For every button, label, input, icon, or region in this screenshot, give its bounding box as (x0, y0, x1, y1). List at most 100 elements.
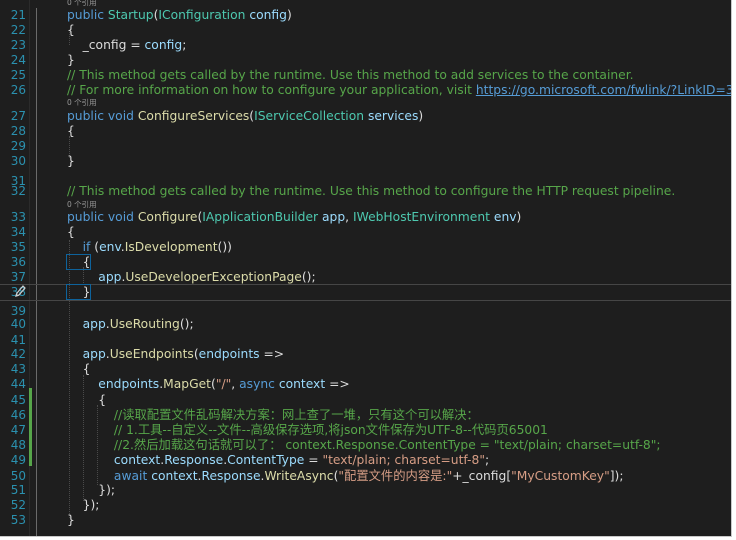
code-text[interactable]: await context.Response.WriteAsync("配置文件的… (67, 469, 624, 484)
code-token: IApplicationBuilder (202, 210, 319, 224)
code-line[interactable]: 37 app.UseDeveloperExceptionPage(); (0, 270, 731, 285)
code-text[interactable]: { (65, 254, 92, 270)
code-token: Response (164, 453, 224, 467)
codelens-references[interactable]: 0 个引用 (67, 0, 97, 7)
code-token: // This method gets called by the runtim… (67, 68, 634, 82)
code-line[interactable]: 24} (0, 53, 731, 68)
code-token: MapGet (163, 377, 212, 391)
code-line[interactable]: 53} (0, 513, 731, 528)
code-text[interactable]: { (67, 124, 75, 139)
code-text[interactable]: }); (67, 483, 115, 498)
code-text[interactable]: //读取配置文件乱码解决方案：网上查了一堆，只有这个可以解决： (67, 408, 479, 423)
code-text[interactable]: endpoints.MapGet("/", async context => (67, 377, 350, 392)
code-line[interactable]: 47 // 1.工具--自定义--文件--高级保存选项,将json文件保存为UT… (0, 423, 731, 438)
code-token: IWebHostEnvironment (353, 210, 490, 224)
code-text[interactable]: } (65, 284, 92, 300)
code-token: app (82, 347, 106, 361)
code-line[interactable]: 44 endpoints.MapGet("/", async context =… (0, 377, 731, 392)
code-line[interactable]: 49 context.Response.ContentType = "text/… (0, 453, 731, 468)
code-token: public void (67, 210, 138, 224)
code-token: // This method gets called by the runtim… (67, 184, 676, 198)
code-token: => (325, 377, 350, 391)
code-line[interactable]: 43 { (0, 362, 731, 377)
code-line[interactable]: 50 await context.Response.WriteAsync("配置… (0, 469, 731, 484)
code-line[interactable]: 26 // For more information on how to conf… (0, 83, 731, 98)
code-text[interactable]: app.UseRouting(); (67, 317, 194, 332)
code-line[interactable]: 34 { (0, 225, 731, 240)
code-token: config (144, 38, 183, 52)
line-number: 53 (10, 513, 26, 527)
code-token: } (67, 513, 75, 527)
code-text[interactable]: public Startup(IConfiguration config) (67, 8, 292, 23)
code-line[interactable]: 48 //2.然后加载这句话就可以了： context.Response.Con… (0, 438, 731, 453)
code-text[interactable]: { (67, 225, 75, 240)
code-text[interactable]: context.Response.ContentType = "text/pla… (67, 453, 489, 468)
code-text[interactable]: public void Configure(IApplicationBuilde… (67, 210, 521, 225)
code-line[interactable]: 36 { (0, 254, 731, 270)
code-line[interactable]: 25 // This method gets called by the runt… (0, 68, 731, 83)
code-line[interactable]: 32 // This method gets called by the runt… (0, 184, 731, 199)
code-token: "text/plain; charset=utf-8" (322, 453, 485, 467)
code-token: ; (182, 38, 187, 52)
code-text[interactable]: if (env.IsDevelopment()) (67, 240, 232, 255)
codelens-references[interactable]: 0 个引用 (67, 200, 97, 209)
code-token: services (367, 109, 419, 123)
line-number: 46 (10, 408, 26, 422)
line-number: 35 (10, 240, 26, 254)
code-line[interactable]: 42 app.UseEndpoints(endpoints => (0, 347, 731, 362)
code-text[interactable]: // For more information on how to config… (67, 83, 731, 98)
code-text[interactable]: } (67, 513, 75, 528)
code-token: "配置文件的内容是:" (338, 469, 453, 483)
code-text[interactable]: _config = config; (67, 38, 187, 53)
code-token: { (67, 225, 75, 239)
code-text[interactable]: // 1.工具--自定义--文件--高级保存选项,将json文件保存为UTF-8… (67, 423, 548, 438)
code-line[interactable]: 35 if (env.IsDevelopment()) (0, 240, 731, 255)
code-token: IsDevelopment (124, 240, 218, 254)
code-token: Response (201, 469, 261, 483)
code-line[interactable]: 41 (0, 333, 731, 348)
code-line[interactable]: 21 public Startup(IConfiguration config) (0, 8, 731, 23)
line-number: 29 (10, 139, 26, 153)
code-text[interactable]: { (67, 393, 106, 408)
code-text[interactable]: { (67, 362, 91, 377)
line-number: 22 (10, 23, 26, 37)
code-line[interactable]: 28 { (0, 124, 731, 139)
code-line[interactable]: 30} (0, 154, 731, 169)
code-text[interactable]: }); (67, 498, 100, 513)
code-text[interactable]: } (67, 53, 75, 68)
code-text[interactable]: // This method gets called by the runtim… (67, 184, 675, 199)
code-line[interactable]: 27 public void ConfigureServices(IService… (0, 109, 731, 124)
code-token: https://go.microsoft.com/fwlink/?LinkID=… (475, 83, 731, 97)
codelens-references[interactable]: 0 个引用 (67, 98, 97, 107)
code-token: , (345, 210, 353, 224)
code-text[interactable]: // This method gets called by the runtim… (67, 68, 634, 83)
code-line[interactable]: 45 { (0, 393, 731, 408)
line-number: 42 (10, 347, 26, 361)
quick-actions-pencil-icon[interactable] (14, 284, 26, 298)
code-line[interactable]: 46 //读取配置文件乱码解决方案：网上查了一堆，只有这个可以解决： (0, 408, 731, 423)
code-line[interactable]: 38 } (0, 284, 731, 301)
code-line[interactable]: 52 }); (0, 498, 731, 513)
code-text[interactable]: { (67, 23, 75, 38)
code-line[interactable]: 51 }); (0, 483, 731, 498)
code-line[interactable]: 22 { (0, 23, 731, 38)
code-line[interactable]: 40 app.UseRouting(); (0, 317, 731, 332)
code-text[interactable]: //2.然后加载这句话就可以了： context.Response.Conten… (67, 438, 661, 453)
code-text[interactable]: app.UseDeveloperExceptionPage(); (67, 270, 315, 285)
line-number: 51 (10, 483, 26, 497)
code-text[interactable]: } (67, 154, 75, 169)
line-number: 37 (10, 270, 26, 284)
code-line[interactable]: 33 public void Configure(IApplicationBuil… (0, 210, 731, 225)
line-number: 43 (10, 362, 26, 376)
line-number: 50 (10, 469, 26, 483)
code-line[interactable]: 23 _config = config; (0, 38, 731, 53)
code-line[interactable]: 29 (0, 139, 731, 154)
line-number: 21 (10, 8, 26, 22)
code-text[interactable]: public void ConfigureServices(IServiceCo… (67, 109, 423, 124)
code-text[interactable]: app.UseEndpoints(endpoints => (67, 347, 284, 362)
code-editor[interactable]: 0 个引用 0 个引用 0 个引用 21 public Startup(IConf… (0, 0, 732, 537)
